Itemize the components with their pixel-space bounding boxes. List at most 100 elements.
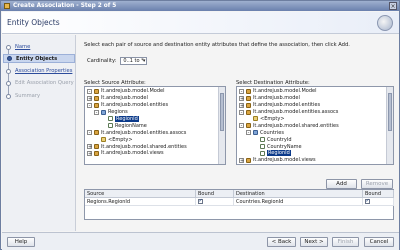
tree-node-label: CountryName	[267, 143, 302, 150]
tree-node[interactable]: + lt.andrejusb.model	[237, 95, 300, 102]
attribute-icon	[260, 150, 265, 156]
step-entity-objects[interactable]: Entity Objects	[3, 54, 75, 63]
step-dot-icon	[6, 68, 11, 74]
tree-node-label: RegionId	[267, 150, 291, 157]
expand-icon[interactable]: +	[87, 150, 92, 156]
source-attribute-tree[interactable]: - lt.andrejusb.model.Model + lt.andrejusb.m…	[84, 86, 226, 165]
tree-node[interactable]: - lt.andrejusb.model.entities	[85, 102, 168, 109]
tree-node[interactable]: - lt.andrejusb.model.Model	[237, 88, 316, 95]
expand-icon[interactable]: +	[87, 144, 92, 150]
step-label: Name	[15, 44, 31, 50]
next-button-label: Next >	[304, 239, 324, 245]
expand-icon[interactable]: +	[87, 95, 92, 101]
collapse-icon[interactable]: -	[239, 123, 244, 129]
tree-node-label: Regions	[108, 109, 128, 116]
step-dot-icon	[6, 93, 11, 99]
help-button[interactable]: Help	[7, 237, 35, 247]
tree-node[interactable]: CountryId	[237, 136, 292, 143]
tree-node-label: <Empty>	[260, 115, 285, 122]
wizard-steps-panel: Name Entity Objects Association Properti…	[2, 35, 76, 231]
tree-node[interactable]: - lt.andrejusb.model.Model	[85, 88, 164, 95]
tree-node-label: RegionName	[115, 122, 147, 129]
remove-button-label: Remove	[365, 181, 389, 187]
tree-node-label: RegionId	[115, 115, 139, 122]
cardinality-label: Cardinality:	[87, 58, 117, 64]
remove-button[interactable]: Remove	[361, 179, 393, 189]
package-icon	[246, 88, 251, 94]
table-cell-source-bound	[196, 198, 234, 206]
add-button[interactable]: Add	[326, 179, 357, 189]
tree-node[interactable]: <Empty>	[237, 116, 285, 123]
tree-node-label: lt.andrejusb.model.shared.entities	[253, 122, 339, 129]
step-label: Summary	[15, 93, 41, 99]
back-button[interactable]: < Back	[267, 237, 296, 247]
add-button-label: Add	[336, 181, 347, 187]
window-title: Create Association - Step 2 of 5	[13, 3, 117, 9]
main-content: Select each pair of source and destinati…	[79, 36, 397, 231]
cardinality-select[interactable]: 0..1 to * ▾	[120, 57, 148, 65]
step-name[interactable]: Name	[6, 44, 30, 50]
tree-node[interactable]: + lt.andrejusb.model	[85, 95, 148, 102]
column-header-source[interactable]: Source	[85, 190, 196, 198]
tree-node[interactable]: + lt.andrejusb.model.shared.entities	[85, 143, 187, 150]
tree-node[interactable]: + lt.andrejusb.model.views	[237, 157, 316, 164]
tree-node[interactable]: - lt.andrejusb.model.entities.assocs	[237, 109, 338, 116]
collapse-icon[interactable]: -	[94, 109, 99, 115]
tree-node[interactable]: CountryName	[237, 143, 302, 150]
step-label: Entity Objects	[16, 55, 58, 62]
collapse-icon[interactable]: -	[87, 88, 92, 94]
table-cell-source[interactable]: Regions.RegionId	[85, 198, 196, 206]
tree-node-label: CountryId	[267, 136, 292, 143]
collapse-icon[interactable]: -	[87, 102, 92, 108]
package-icon	[94, 95, 99, 101]
tree-node[interactable]: RegionName	[85, 123, 147, 130]
table-cell-destination[interactable]: Countries.RegionId	[234, 198, 363, 206]
folder-icon	[253, 116, 258, 122]
scrollbar-thumb[interactable]	[388, 93, 392, 131]
instructions-text: Select each pair of source and destinati…	[84, 42, 350, 48]
package-icon	[94, 144, 99, 150]
step-summary: Summary	[6, 93, 40, 99]
tree-node-label: lt.andrejusb.model.views	[101, 150, 164, 157]
source-bound-checkbox[interactable]	[198, 198, 203, 204]
tree-node-label: lt.andrejusb.model.entities.assocs	[253, 109, 339, 116]
tree-node[interactable]: RegionId	[85, 115, 139, 123]
cardinality-value: 0..1 to *	[123, 58, 144, 64]
tree-node[interactable]: - lt.andrejusb.model.entities.assocs	[85, 129, 186, 136]
scrollbar-thumb[interactable]	[220, 93, 224, 131]
title-bar[interactable]: Create Association - Step 2 of 5 ×	[1, 1, 399, 11]
tree-node-label: lt.andrejusb.model.Model	[101, 88, 165, 95]
tree-node[interactable]: RegionId	[237, 150, 291, 157]
expand-icon[interactable]: +	[239, 157, 244, 163]
collapse-icon[interactable]: -	[87, 130, 92, 136]
cancel-button-label: Cancel	[369, 239, 389, 245]
tree-node-label: lt.andrejusb.model.entities.assocs	[101, 129, 187, 136]
collapse-icon[interactable]: -	[246, 130, 251, 136]
tree-node[interactable]: <Empty>	[85, 136, 133, 143]
step-association-properties[interactable]: Association Properties	[6, 68, 72, 74]
tree-node[interactable]: - Regions	[85, 109, 128, 116]
cancel-button[interactable]: Cancel	[364, 237, 394, 247]
column-header-destination[interactable]: Destination	[234, 190, 363, 198]
finish-button[interactable]: Finish	[332, 237, 359, 247]
collapse-icon[interactable]: -	[239, 109, 244, 115]
collapse-icon[interactable]: -	[239, 88, 244, 94]
tree-node[interactable]: + lt.andrejusb.model.entities	[237, 102, 320, 109]
entity-icon	[253, 130, 258, 136]
tree-node[interactable]: - lt.andrejusb.model.shared.entities	[237, 123, 339, 130]
app-icon	[4, 3, 10, 9]
step-edit-association-query: Edit Association Query	[6, 80, 74, 86]
package-icon	[94, 102, 99, 108]
destination-bound-checkbox[interactable]	[365, 198, 370, 204]
next-button[interactable]: Next >	[300, 237, 328, 247]
source-tree-scrollbar[interactable]	[218, 87, 225, 164]
close-icon[interactable]: ×	[389, 2, 397, 10]
tree-node[interactable]: - Countries	[237, 129, 284, 136]
expand-icon[interactable]: +	[239, 95, 244, 101]
tree-node-label: lt.andrejusb.model	[101, 95, 148, 102]
destination-attribute-tree[interactable]: - lt.andrejusb.model.Model + lt.andrejusb.m…	[236, 86, 394, 165]
expand-icon[interactable]: +	[239, 102, 244, 108]
tree-node[interactable]: + lt.andrejusb.model.views	[85, 150, 164, 157]
tree-node-label: lt.andrejusb.model.views	[253, 157, 316, 164]
destination-tree-scrollbar[interactable]	[386, 87, 393, 164]
